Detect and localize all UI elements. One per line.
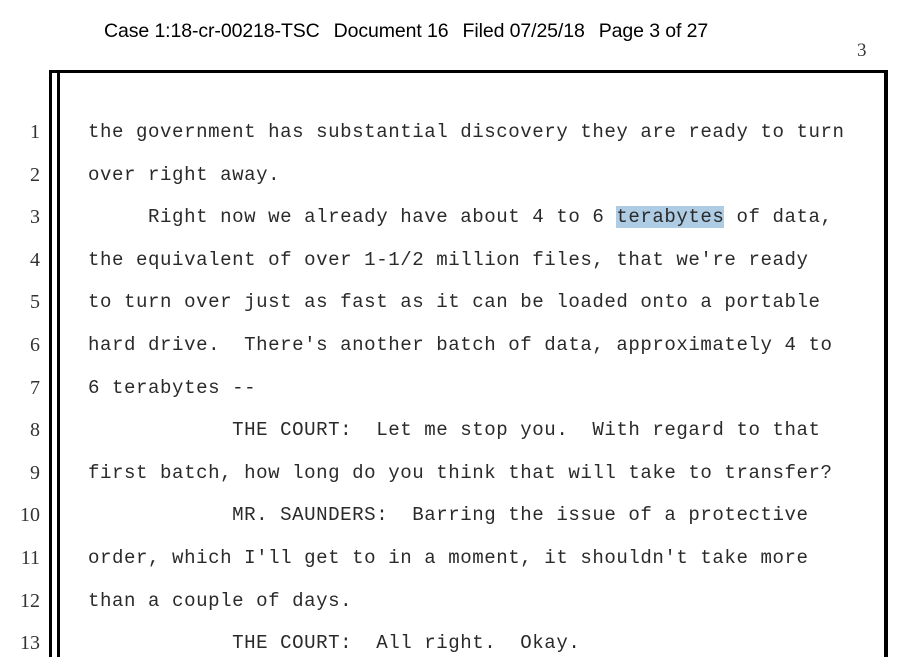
- line-text: order, which I'll get to in a moment, it…: [88, 546, 809, 569]
- line-number: 12: [20, 589, 40, 612]
- transcript-line: 3 Right now we already have about 4 to 6…: [0, 203, 902, 246]
- line-text: to turn over just as fast as it can be l…: [88, 291, 821, 314]
- line-text: the government has substantial discovery…: [88, 121, 845, 143]
- transcript-line: 4 the equivalent of over 1-1/2 million f…: [0, 246, 902, 289]
- line-text: the equivalent of over 1-1/2 million fil…: [88, 248, 809, 271]
- transcript-page: Case 1:18-cr-00218-TSC Document 16 Filed 0…: [0, 0, 902, 657]
- line-text: over right away.: [88, 163, 281, 186]
- transcript-line: 13 THE COURT: All right. Okay.: [0, 629, 902, 657]
- transcript-line: 10 MR. SAUNDERS: Barring the issue of a …: [0, 501, 902, 544]
- line-text: Right now we already have about 4 to 6 t…: [88, 203, 833, 231]
- line-text-before-highlight: Right now we already have about 4 to 6: [88, 206, 617, 229]
- transcript-line: 8 THE COURT: Let me stop you. With regar…: [0, 416, 902, 459]
- line-number: 7: [30, 376, 40, 399]
- header-filed-date: Filed 07/25/18: [462, 20, 585, 42]
- line-text: THE COURT: Let me stop you. With regard …: [88, 419, 821, 442]
- transcript-body: 1 the government has substantial discove…: [0, 118, 902, 657]
- transcript-line: 6 hard drive. There's another batch of d…: [0, 331, 902, 374]
- line-text: MR. SAUNDERS: Barring the issue of a pro…: [88, 504, 809, 527]
- transcript-line: 12 than a couple of days.: [0, 587, 902, 630]
- line-number: 1: [30, 121, 40, 143]
- line-number: 10: [20, 504, 40, 527]
- highlighted-term[interactable]: terabytes: [616, 206, 725, 229]
- line-text: hard drive. There's another batch of dat…: [88, 333, 833, 356]
- transcript-line: 5 to turn over just as fast as it can be…: [0, 288, 902, 331]
- line-text: first batch, how long do you think that …: [88, 461, 833, 484]
- line-number: 8: [30, 419, 40, 442]
- line-number: 5: [30, 291, 40, 314]
- line-number: 13: [20, 632, 40, 655]
- page-folio-number: 3: [857, 40, 867, 61]
- transcript-line: 2 over right away.: [0, 161, 902, 204]
- line-text: than a couple of days.: [88, 589, 353, 612]
- transcript-line: 9 first batch, how long do you think tha…: [0, 459, 902, 502]
- ecf-header-stamp: Case 1:18-cr-00218-TSC Document 16 Filed 0…: [104, 20, 708, 43]
- transcript-line: 11 order, which I'll get to in a moment,…: [0, 544, 902, 587]
- line-text: 6 terabytes --: [88, 376, 257, 399]
- header-document-number: Document 16: [333, 20, 449, 42]
- line-text-after-highlight: of data,: [724, 206, 833, 229]
- transcript-frame-top-rule: [49, 70, 888, 73]
- header-case-number: Case 1:18-cr-00218-TSC: [104, 20, 320, 42]
- line-number: 6: [30, 333, 40, 356]
- line-number: 11: [20, 546, 40, 569]
- line-text: THE COURT: All right. Okay.: [88, 632, 581, 655]
- transcript-line: 7 6 terabytes --: [0, 374, 902, 417]
- line-number: 9: [30, 461, 40, 484]
- transcript-line: 1 the government has substantial discove…: [0, 118, 902, 161]
- line-number: 4: [30, 248, 40, 271]
- line-number: 3: [30, 206, 40, 229]
- header-page-of: Page 3 of 27: [598, 20, 709, 42]
- line-number: 2: [30, 163, 40, 186]
